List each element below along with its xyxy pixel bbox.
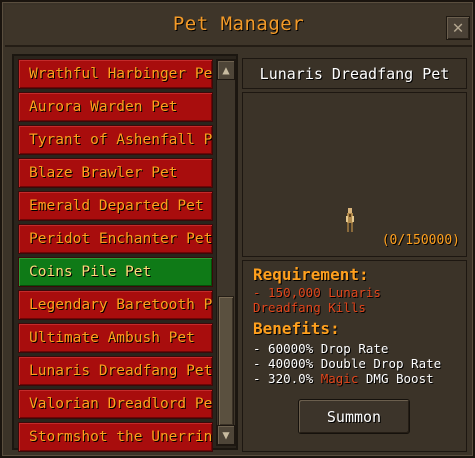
pet-item-label: Valorian Dreadlord Pet xyxy=(29,396,213,412)
pet-item-label: Blaze Brawler Pet xyxy=(29,165,178,181)
pet-sprite-icon xyxy=(346,208,354,232)
pet-name-header: Lunaris Dreadfang Pet xyxy=(242,58,467,89)
pet-item-label: Emerald Departed Pet xyxy=(29,198,204,214)
pet-list-item[interactable]: Emerald Departed Pet xyxy=(18,191,213,221)
window-title: Pet Manager xyxy=(172,13,305,35)
requirement-heading: Requirement: xyxy=(253,265,369,284)
pet-list-item[interactable]: Aurora Warden Pet xyxy=(18,92,213,122)
title-bar: Pet Manager ✕ xyxy=(5,5,472,47)
pet-list: Wrathful Harbinger Pet Aurora Warden Pet… xyxy=(18,59,213,455)
pet-item-label: Ultimate Ambush Pet xyxy=(29,330,195,346)
pet-list-item[interactable]: Stormshot the Unerring Pet xyxy=(18,422,213,452)
pet-item-label: Tyrant of Ashenfall Pet xyxy=(29,132,213,148)
benefit-magic-word: Magic xyxy=(320,371,359,386)
pet-list-item[interactable]: Wrathful Harbinger Pet xyxy=(18,59,213,89)
pet-list-item[interactable]: Ultimate Ambush Pet xyxy=(18,323,213,353)
pet-list-item-selected[interactable]: Coins Pile Pet xyxy=(18,257,213,287)
summon-button[interactable]: Summon xyxy=(298,399,410,434)
pet-list-item[interactable]: Tyrant of Ashenfall Pet xyxy=(18,125,213,155)
pet-item-label: Stormshot the Unerring Pet xyxy=(29,429,213,445)
pet-item-label: Aurora Warden Pet xyxy=(29,99,178,115)
pet-list-item[interactable]: Peridot Enchanter Pet xyxy=(18,224,213,254)
scroll-up-button[interactable]: ▲ xyxy=(217,60,235,80)
arrow-up-icon: ▲ xyxy=(222,63,230,77)
benefit-line: - 40000% Double Drop Rate xyxy=(253,356,442,371)
pet-name: Lunaris Dreadfang Pet xyxy=(259,65,450,83)
pet-info-panel: Requirement: - 150,000 Lunaris Dreadfang… xyxy=(242,260,467,452)
pet-list-panel: Wrathful Harbinger Pet Aurora Warden Pet… xyxy=(12,54,238,452)
pet-list-item[interactable]: Valorian Dreadlord Pet xyxy=(18,389,213,419)
benefit-suffix: DMG Boost xyxy=(358,371,434,386)
kill-progress: (0/150000) xyxy=(381,233,460,248)
close-button[interactable]: ✕ xyxy=(446,16,470,40)
pet-item-label: Lunaris Dreadfang Pet xyxy=(29,363,213,379)
requirement-line: - 150,000 Lunaris xyxy=(253,285,381,300)
benefit-line: - 320.0% Magic DMG Boost xyxy=(253,371,434,386)
pet-manager-window: Pet Manager ✕ Wrathful Harbinger Pet Aur… xyxy=(0,0,475,458)
pet-list-item[interactable]: Legendary Baretooth Pet xyxy=(18,290,213,320)
scroll-thumb[interactable] xyxy=(218,296,234,426)
arrow-down-icon: ▼ xyxy=(222,428,230,442)
pet-list-item[interactable]: Blaze Brawler Pet xyxy=(18,158,213,188)
pet-item-label: Peridot Enchanter Pet xyxy=(29,231,213,247)
pet-list-scrollbar[interactable]: ▲ ▼ xyxy=(216,59,236,446)
close-icon: ✕ xyxy=(452,17,464,38)
pet-list-item[interactable]: Lunaris Dreadfang Pet xyxy=(18,356,213,386)
requirement-line: Dreadfang Kills xyxy=(253,300,366,315)
benefit-line: - 60000% Drop Rate xyxy=(253,341,389,356)
pet-preview: (0/150000) xyxy=(242,92,467,257)
benefit-prefix: - 320.0% xyxy=(253,371,321,386)
pet-item-label: Wrathful Harbinger Pet xyxy=(29,66,213,82)
benefits-heading: Benefits: xyxy=(253,319,340,338)
pet-item-label: Coins Pile Pet xyxy=(29,264,152,280)
pet-item-label: Legendary Baretooth Pet xyxy=(29,297,213,313)
scroll-down-button[interactable]: ▼ xyxy=(217,425,235,445)
summon-label: Summon xyxy=(326,408,382,426)
